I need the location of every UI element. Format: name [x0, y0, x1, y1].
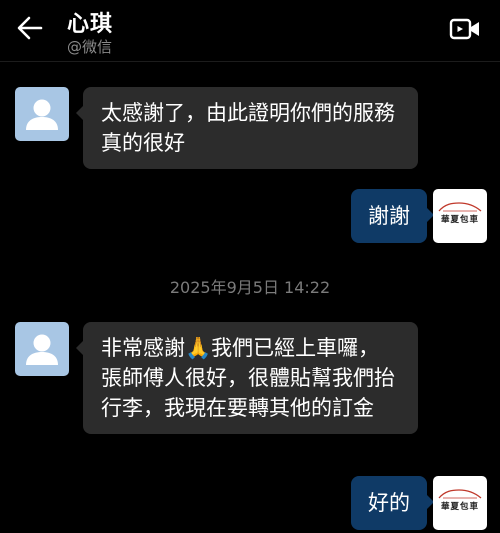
- chat-header: 心琪 @微信: [0, 0, 500, 62]
- brand-text: 華夏包車: [440, 215, 479, 225]
- brand-text: 華夏包車: [440, 502, 479, 512]
- message-bubble-incoming[interactable]: 非常感謝🙏我們已經上車囉，張師傅人很好，很體貼幫我們抬行李，我現在要轉其他的訂金: [76, 322, 418, 434]
- message-bubble-outgoing[interactable]: 謝謝: [351, 189, 434, 243]
- self-avatar[interactable]: 華夏包車: [433, 189, 487, 243]
- contact-avatar[interactable]: [15, 87, 69, 141]
- car-logo-icon: [438, 202, 482, 212]
- message-timestamp: 2025年9月5日 14:22: [169, 278, 331, 297]
- message-bubble-incoming[interactable]: 太感謝了，由此證明你們的服務真的很好: [76, 87, 418, 169]
- car-logo-icon: [438, 489, 482, 499]
- contact-avatar[interactable]: [15, 322, 69, 376]
- contact-source: @微信: [67, 38, 113, 56]
- person-icon: [26, 99, 58, 130]
- back-arrow-icon[interactable]: [16, 14, 44, 42]
- person-icon: [26, 334, 58, 365]
- message-text: 好的: [368, 491, 410, 515]
- message-text: 非常感謝🙏我們已經上車囉，張師傅人很好，很體貼幫我們抬行李，我現在要轉其他的訂金: [101, 336, 395, 420]
- header-divider: [0, 61, 500, 62]
- self-avatar[interactable]: 華夏包車: [433, 476, 487, 530]
- message-bubble-outgoing[interactable]: 好的: [351, 476, 434, 530]
- message-text: 謝謝: [368, 204, 410, 228]
- contact-name: 心琪: [67, 12, 114, 37]
- message-text: 太感謝了，由此證明你們的服務真的很好: [101, 101, 395, 155]
- video-call-icon[interactable]: [449, 17, 481, 41]
